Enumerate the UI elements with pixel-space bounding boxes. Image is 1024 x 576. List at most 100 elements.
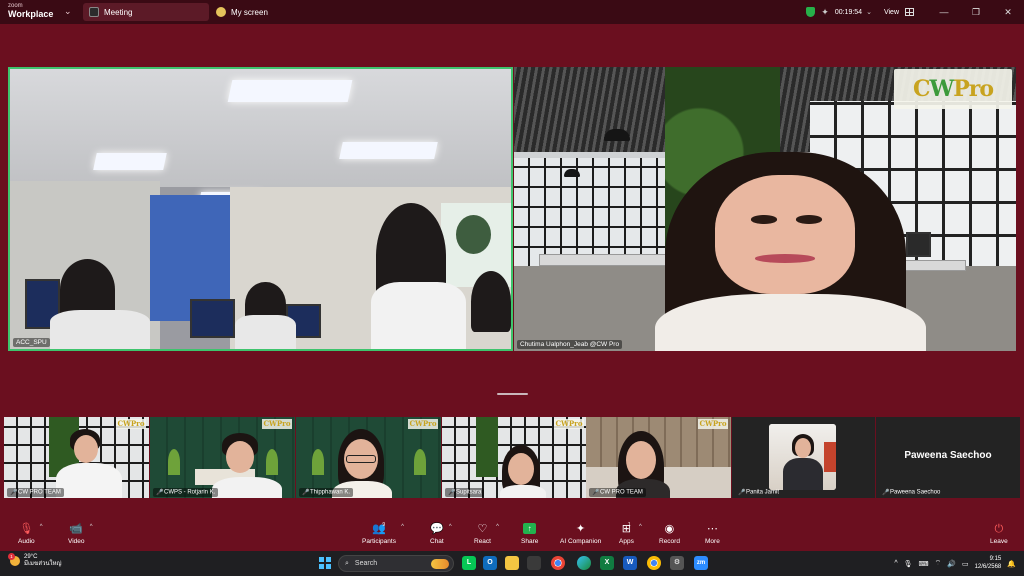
shield-icon[interactable] xyxy=(806,7,816,17)
participant-display-name: Paweena Saechoo xyxy=(904,450,992,461)
weather-widget[interactable]: 1 29°C มีเมฆส่วนใหญ่ xyxy=(8,553,62,568)
excel-app-icon[interactable]: X xyxy=(600,556,614,570)
store-app-icon[interactable] xyxy=(527,556,541,570)
volume-icon[interactable]: 🔊 xyxy=(947,560,956,568)
notifications-icon[interactable]: 🔔 xyxy=(1007,560,1016,568)
meeting-timer[interactable]: 00:19:54 xyxy=(835,9,862,16)
chevron-up-icon[interactable]: ^ xyxy=(401,524,404,530)
heart-icon: ♡ xyxy=(477,523,488,535)
participant-name: Supitsara xyxy=(456,490,482,496)
grid-view-icon[interactable] xyxy=(905,8,914,16)
weather-desc: มีเมฆส่วนใหญ่ xyxy=(24,561,62,568)
chrome-app-icon[interactable] xyxy=(551,556,565,570)
participant-name: CWPS - Rotjarin K. xyxy=(164,490,216,496)
title-bar: zoom Workplace ⌄ Meeting My screen ✦ 00:… xyxy=(0,0,1024,24)
maximize-icon[interactable]: ❐ xyxy=(960,7,992,18)
close-icon[interactable]: ✕ xyxy=(992,7,1024,18)
participant-name: Thipphawan K. xyxy=(310,490,351,496)
view-button[interactable]: View xyxy=(884,9,899,16)
chrome-app-icon[interactable] xyxy=(647,556,661,570)
line-app-icon[interactable]: L xyxy=(462,556,476,570)
microphone-icon[interactable]: 🎙 xyxy=(904,560,913,568)
chat-button[interactable]: 💬 Chat ^ xyxy=(430,522,452,545)
notification-badge: 1 xyxy=(8,553,15,561)
chevron-down-icon[interactable]: ⌄ xyxy=(64,6,72,17)
video-camera-icon: 📹 xyxy=(69,523,84,535)
wifi-icon[interactable]: ⌔ xyxy=(935,559,942,568)
edge-app-icon[interactable] xyxy=(577,556,591,570)
thumbnail-tile[interactable]: CWPro 🎤Thipphawan K. xyxy=(296,417,441,498)
thumbnail-tile[interactable]: 🎤Panita Jamit xyxy=(732,417,875,498)
apps-button[interactable]: ⊞ 1 Apps ^ xyxy=(619,522,642,545)
audio-button[interactable]: 🎙 Audio ^ xyxy=(18,522,43,545)
participant-name: Chutima Ualphon_Jeab @CW Pro xyxy=(517,340,623,349)
chevron-up-icon[interactable]: ^ xyxy=(40,524,43,530)
file-explorer-icon[interactable] xyxy=(505,556,519,570)
zoom-app-icon[interactable]: zm xyxy=(694,556,708,570)
share-button[interactable]: ↑ Share xyxy=(521,522,538,545)
resize-handle[interactable] xyxy=(497,393,528,395)
tab-meeting[interactable]: Meeting xyxy=(83,3,209,21)
meeting-icon xyxy=(89,7,99,17)
search-icon: ⌕ xyxy=(345,559,349,567)
ai-sparkle-icon: ✦ xyxy=(575,523,586,535)
tab-meeting-label: Meeting xyxy=(104,7,133,17)
settings-gear-icon[interactable]: ⚙ xyxy=(670,556,684,570)
participant-avatar xyxy=(769,424,836,490)
thumbnail-tile[interactable]: CWPro 🎤CW PRO TEAM xyxy=(4,417,149,498)
audio-label: Audio xyxy=(18,538,35,545)
mic-muted-icon: 🎤 xyxy=(302,490,310,497)
windows-start-icon[interactable] xyxy=(319,557,331,569)
video-tile-chutima[interactable]: CWPro Chutima Ualphon_Jeab @CW Pro xyxy=(514,67,1016,351)
mic-muted-icon: 🎤 xyxy=(156,490,164,497)
react-button[interactable]: ♡ React ^ xyxy=(474,522,499,545)
chevron-up-icon[interactable]: ^ xyxy=(449,524,452,530)
word-app-icon[interactable]: W xyxy=(623,556,637,570)
language-icon[interactable]: ⌨ xyxy=(919,560,929,568)
leave-icon: ⏻ xyxy=(994,523,1004,535)
leave-button[interactable]: ⏻ Leave xyxy=(990,522,1008,545)
participants-button[interactable]: 👥 9 Participants ^ xyxy=(362,522,404,545)
ai-companion-label: AI Companion xyxy=(560,538,602,545)
battery-icon[interactable]: ▭ xyxy=(962,560,969,568)
apps-label: Apps xyxy=(619,538,634,545)
video-label: Video xyxy=(68,538,85,545)
search-label: Search xyxy=(354,560,378,567)
chevron-down-icon[interactable]: ⌄ xyxy=(866,8,872,16)
mic-muted-icon: 🎤 xyxy=(738,490,746,497)
cwpro-logo: CWPro xyxy=(894,69,1012,109)
video-tile-acc-spu[interactable]: ACC_SPU xyxy=(8,67,513,351)
taskbar-clock[interactable]: 9:15 12/6/2568 xyxy=(975,556,1002,570)
search-highlight-icon xyxy=(431,559,449,569)
minimize-icon[interactable]: — xyxy=(928,7,960,17)
mic-muted-icon: 🎤 xyxy=(448,490,456,497)
thumbnail-tile[interactable]: CWPro 🎤Supitsara xyxy=(442,417,587,498)
meeting-toolbar: 🎙 Audio ^ 📹 Video ^ 👥 9 Participants ^ 💬… xyxy=(0,518,1024,550)
record-icon: ◉ xyxy=(664,523,675,535)
outlook-app-icon[interactable]: O xyxy=(483,556,497,570)
thumbnail-tile[interactable]: Paweena Saechoo 🎤Paweena Saechoo xyxy=(876,417,1020,498)
participant-name: CW PRO TEAM xyxy=(600,490,643,496)
sparkle-icon[interactable]: ✦ xyxy=(821,7,829,18)
ai-companion-button[interactable]: ✦ AI Companion xyxy=(560,522,601,545)
app-brand[interactable]: zoom Workplace xyxy=(8,3,53,19)
participant-name: Panita Jamit xyxy=(746,490,780,496)
thumbnail-tile[interactable]: CWPro 🎤CWPS - Rotjarin K. xyxy=(150,417,295,498)
chevron-up-icon[interactable]: ^ xyxy=(894,560,897,567)
apps-count: 1 xyxy=(627,522,631,528)
chevron-up-icon[interactable]: ^ xyxy=(639,524,642,530)
thumbnail-tile[interactable]: CWPro 🎤CW PRO TEAM xyxy=(586,417,731,498)
chevron-up-icon[interactable]: ^ xyxy=(90,524,93,530)
microphone-muted-icon: 🎙 xyxy=(19,523,34,535)
video-button[interactable]: 📹 Video ^ xyxy=(68,522,93,545)
thumbnail-strip: CWPro 🎤CW PRO TEAM CWPro 🎤CWPS - Rotjari… xyxy=(4,417,1020,498)
participants-label: Participants xyxy=(362,538,396,545)
record-button[interactable]: ◉ Record xyxy=(659,522,680,545)
brand-main: Workplace xyxy=(8,9,54,19)
taskbar-search[interactable]: ⌕ Search xyxy=(338,555,454,572)
title-bar-right: ✦ 00:19:54 ⌄ View — ❐ ✕ xyxy=(806,0,1024,24)
tab-my-screen[interactable]: My screen xyxy=(210,3,310,21)
chevron-up-icon[interactable]: ^ xyxy=(496,524,499,530)
participant-name: Paweena Saechoo xyxy=(890,490,941,496)
more-button[interactable]: ⋯ More xyxy=(705,522,720,545)
